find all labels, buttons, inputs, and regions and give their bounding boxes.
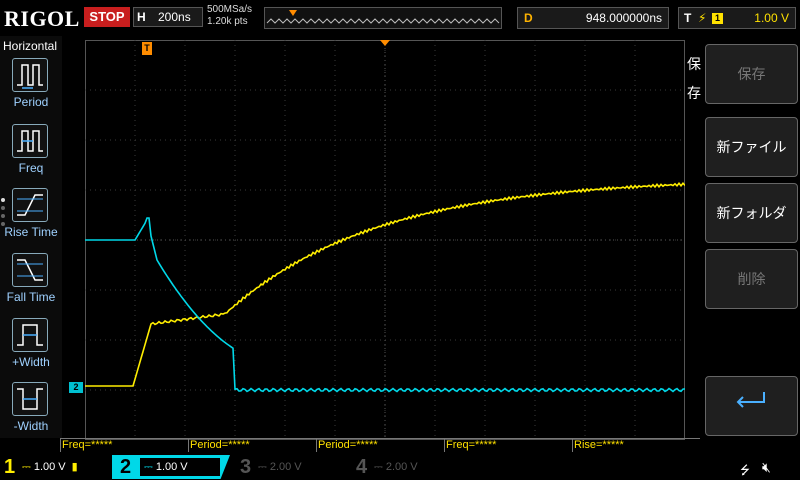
usb-icon: ⭍ xyxy=(740,463,750,477)
measurement-item[interactable]: Period=***** xyxy=(316,438,444,452)
channel-3-number: 3 xyxy=(240,456,252,478)
measurement-item[interactable]: Freq=***** xyxy=(60,438,188,452)
channel-4-status[interactable]: 4 ⎓ 2.00 V xyxy=(352,455,462,479)
save-button[interactable]: 保存 xyxy=(705,44,798,104)
measure-neg-width-label: -Width xyxy=(13,419,49,433)
channel-2-scale: 1.00 V xyxy=(155,461,188,473)
measure-neg-width-button[interactable]: -Width xyxy=(0,382,62,444)
trigger-level-value: 1.00 V xyxy=(754,11,789,25)
measurement-bar: Freq=***** Period=***** Period=***** Fre… xyxy=(60,438,700,452)
measurement-item[interactable]: Period=***** xyxy=(188,438,316,452)
memory-waveform-icon xyxy=(266,18,500,24)
measure-freq-button[interactable]: Freq xyxy=(0,124,62,186)
channel-2-status[interactable]: 2 ⎓ 1.00 V xyxy=(112,455,230,479)
delay-label: D xyxy=(524,11,533,25)
delete-button[interactable]: 削除 xyxy=(705,249,798,309)
brand-logo: RIGOL xyxy=(4,6,80,31)
measurement-item[interactable]: Freq=***** xyxy=(444,438,572,452)
memory-position-bar[interactable] xyxy=(264,7,502,29)
top-bar: RIGOL STOP H 200ns 500MSa/s 1.20k pts D … xyxy=(0,0,800,36)
dc-coupling-icon: ⎓ xyxy=(258,461,270,473)
return-icon xyxy=(732,378,772,436)
memory-depth: 1.20k pts xyxy=(207,16,248,27)
new-folder-button[interactable]: 新フォルダ xyxy=(705,183,798,243)
run-stop-status[interactable]: STOP xyxy=(84,7,130,27)
measurement-item[interactable]: Rise=***** xyxy=(572,438,700,452)
measure-rise-time-button[interactable]: Rise Time xyxy=(0,188,62,250)
measure-rise-time-label: Rise Time xyxy=(4,225,58,239)
measure-fall-time-label: Fall Time xyxy=(6,290,56,304)
channel-1-scale: 1.00 V xyxy=(33,461,66,473)
period-icon xyxy=(12,58,48,92)
channel-3-scale: 2.00 V xyxy=(269,461,302,473)
battery-icon: ▮ xyxy=(71,461,78,473)
trigger-label: T xyxy=(684,11,692,25)
save-menu: 保存 保存 新ファイル 新フォルダ 削除 xyxy=(685,40,800,438)
acquisition-info: 500MSa/s 1.20k pts xyxy=(207,4,252,28)
return-button[interactable] xyxy=(705,376,798,436)
measure-period-label: Period xyxy=(13,95,49,109)
trigger-source-badge: 1 xyxy=(712,13,723,24)
negative-width-icon xyxy=(12,382,48,416)
delay-value: 948.000000ns xyxy=(585,11,662,25)
trigger-position-marker[interactable]: T xyxy=(142,42,152,55)
trigger-position-icon xyxy=(289,10,297,16)
measure-period-button[interactable]: Period xyxy=(0,58,62,120)
channel-4-scale: 2.00 V xyxy=(385,461,418,473)
dc-coupling-icon: ⎓ xyxy=(144,461,156,473)
horizontal-timebase[interactable]: H 200ns xyxy=(133,7,203,27)
waveform-canvas xyxy=(85,40,685,440)
timebase-label: H xyxy=(137,10,146,24)
channel-4-number: 4 xyxy=(356,456,368,478)
sidebar-title: Horizontal xyxy=(3,39,58,53)
channel-2-number: 2 xyxy=(120,456,132,478)
timebase-value: 200ns xyxy=(158,10,191,24)
frequency-icon xyxy=(12,124,48,158)
rise-time-icon xyxy=(12,188,48,222)
measure-freq-label: Freq xyxy=(18,161,44,175)
channel-1-status[interactable]: 1 ⎓ 1.00 V ▮ xyxy=(0,455,108,479)
ch2-offset-marker[interactable]: 2 xyxy=(69,382,83,393)
channel-bar: 1 ⎓ 1.00 V ▮ 2 ⎓ 1.00 V 3 ⎓ 2.00 V 4 ⎓ 2.… xyxy=(0,452,800,480)
menu-title: 保存 xyxy=(687,56,701,101)
measure-fall-time-button[interactable]: Fall Time xyxy=(0,253,62,315)
channel-3-status[interactable]: 3 ⎓ 2.00 V xyxy=(236,455,346,479)
waveform-display[interactable] xyxy=(85,40,685,440)
sample-rate: 500MSa/s xyxy=(207,4,253,15)
horizontal-delay[interactable]: D 948.000000ns xyxy=(517,7,669,29)
dc-coupling-icon: ⎓ xyxy=(374,461,386,473)
new-file-button[interactable]: 新ファイル xyxy=(705,117,798,177)
dc-coupling-icon: ⎓ xyxy=(22,461,34,473)
rising-edge-icon: ⚡ xyxy=(698,11,707,25)
measure-pos-width-label: +Width xyxy=(12,355,50,369)
positive-width-icon xyxy=(12,318,48,352)
channel-1-number: 1 xyxy=(4,456,16,478)
speaker-mute-icon[interactable]: 🔇︎ xyxy=(762,459,771,476)
center-trigger-icon xyxy=(380,40,390,46)
trigger-status[interactable]: T ⚡ 1 1.00 V xyxy=(678,7,796,29)
measure-pos-width-button[interactable]: +Width xyxy=(0,318,62,380)
measure-sidebar: Horizontal Period Freq Rise Time Fall Ti… xyxy=(0,36,62,438)
fall-time-icon xyxy=(12,253,48,287)
